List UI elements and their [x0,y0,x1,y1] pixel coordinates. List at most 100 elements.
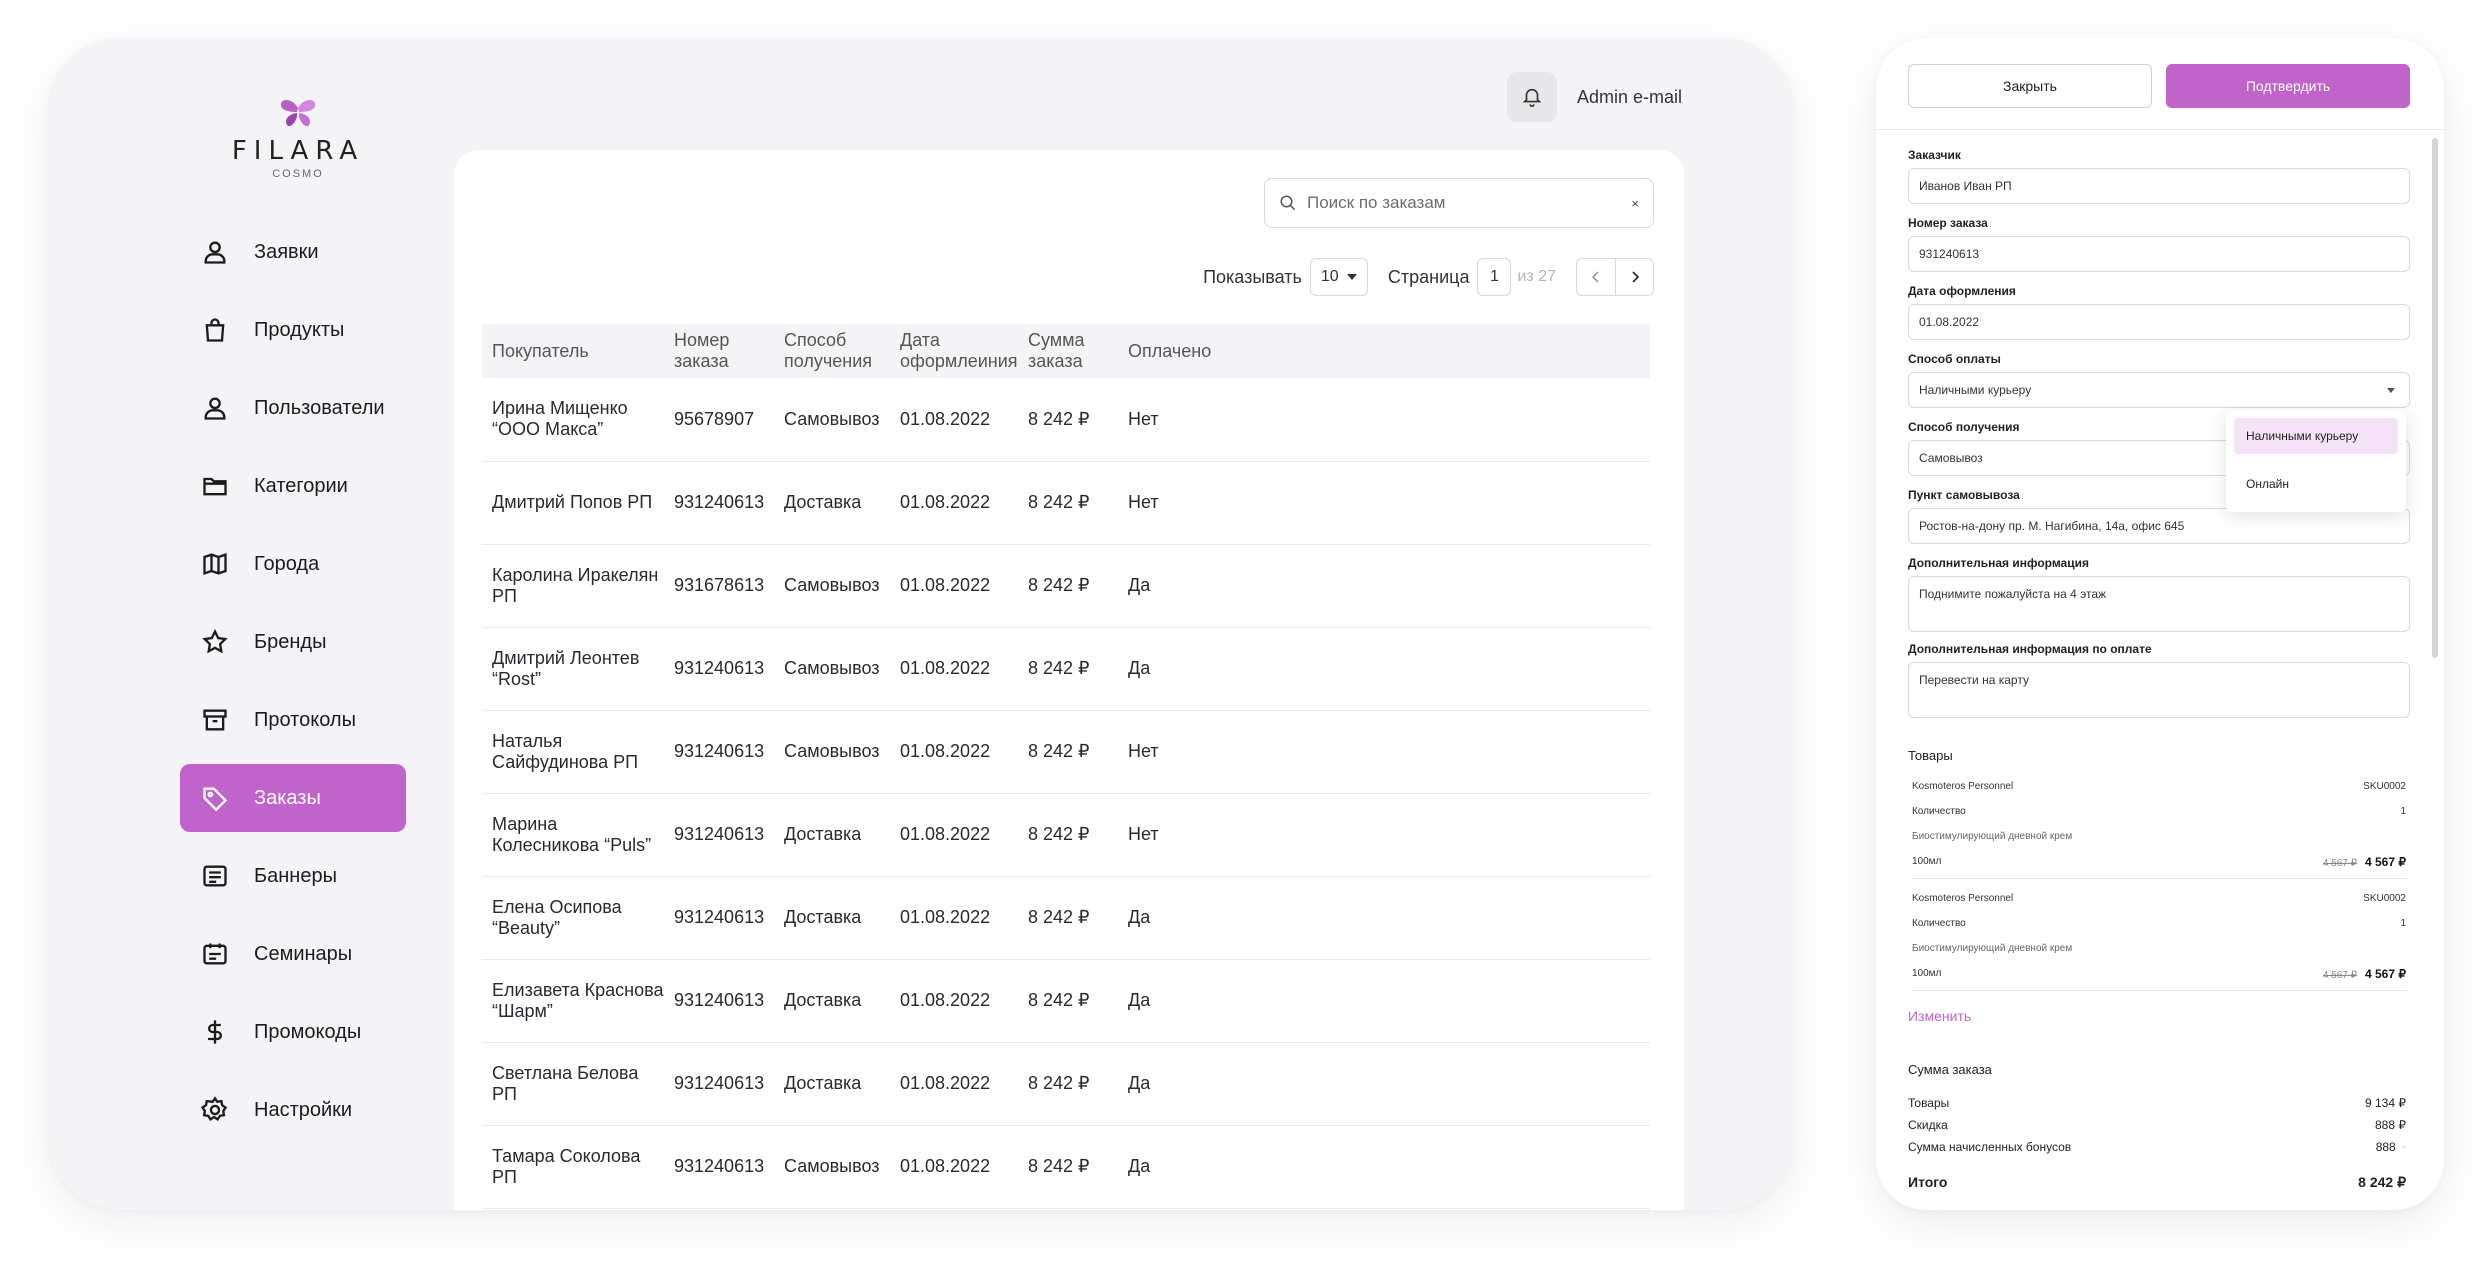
cell-delivery: Доставка [784,907,862,927]
summary-goods: Товары 9 134 ₽ [1908,1096,2406,1110]
cell-customer: Елизавета Краснова “Шарм” [492,979,664,1021]
cell-order-no: 931240613 [674,492,765,512]
sidebar-item-categories[interactable]: Категории [180,452,406,520]
cell-delivery: Доставка [784,1073,862,1093]
table-row[interactable]: Каролина Иракелян РП 931678613 Самовывоз 01… [482,544,1650,627]
price-old: 4 567 ₽ [2322,969,2357,981]
price-new: 4 567 ₽ [2365,854,2406,869]
sidebar-item-label: Настройки [254,1098,353,1121]
sidebar-item-cities[interactable]: Города [180,530,406,598]
sidebar-item-seminars[interactable]: Семинары [180,920,406,988]
cell-order-no: 931240613 [674,1156,765,1176]
sidebar-nav: Заявки Продукты Пользователи Категории Г… [180,218,406,1154]
cell-date: 01.08.2022 [900,741,991,761]
notifications-button[interactable] [1506,72,1557,122]
sidebar-item-settings[interactable]: Настройки [180,1076,406,1144]
cell-paid: Нет [1128,408,1159,429]
delivery-label: Способ получения [1908,420,2020,434]
summary-discount-label: Скидка [1908,1118,1948,1132]
customer-field[interactable]: Иванов Иван РП [1908,168,2410,204]
confirm-button[interactable]: Подтвердить [2166,64,2410,108]
brand-logo[interactable]: FILARA COSMO [198,98,398,180]
sidebar-item-users[interactable]: Пользователи [180,374,406,442]
summary-bonus: Сумма начисленных бонусов 888 ◦ [1908,1140,2406,1154]
sidebar-item-promocodes[interactable]: Промокоды [180,998,406,1066]
cell-date: 01.08.2022 [900,575,991,595]
column-header[interactable]: Дата оформлеиния [890,324,1018,378]
user-email[interactable]: Admin e-mail [1577,87,1682,108]
search-input[interactable] [1307,193,1632,213]
cell-paid: Да [1128,907,1151,927]
search-clear-button[interactable]: × [1631,196,1639,211]
cell-order-no: 95678907 [674,408,755,429]
star-icon [200,627,230,657]
date-field[interactable]: 01.08.2022 [1908,304,2410,340]
folder-icon [200,471,230,501]
product-item: Kosmoteros Personnel SKU0002 Количество 1 … [1912,774,2406,874]
cell-delivery: Самовывоз [784,658,880,678]
butterfly-logo-icon [280,99,316,127]
payment-select[interactable]: Наличными курьеру [1908,372,2410,408]
sidebar-item-banners[interactable]: Баннеры [180,842,406,910]
banner-icon [200,861,230,891]
dropdown-option[interactable]: Онлайн [2234,466,2398,502]
product-volume: 100мл [1912,856,1942,867]
dropdown-option[interactable]: Наличными курьеру [2234,418,2398,454]
summary-bonus-label: Сумма начисленных бонусов [1908,1140,2072,1154]
column-header[interactable]: Оплачено [1118,324,1650,378]
sidebar-item-brands[interactable]: Бренды [180,608,406,676]
table-row[interactable]: Елена Осипова “Beauty” 931240613 Доставка 0… [482,876,1650,959]
table-row[interactable]: Ирина Мищенко “ООО Макса” 95678907 Самовыв… [482,378,1650,461]
page-label: Страница [1387,266,1470,287]
sidebar-item-protocols[interactable]: Протоколы [180,686,406,754]
cell-sum: 8 242 ₽ [1028,741,1090,761]
page-input[interactable]: 1 [1477,258,1512,296]
cell-customer: Тамара Соколова РП [492,1145,641,1187]
close-button[interactable]: Закрыть [1908,64,2152,108]
sidebar-item-requests[interactable]: Заявки [180,218,406,286]
product-name: Kosmoteros Personnel [1912,893,2014,904]
qty-value: 1 [2400,918,2406,929]
sidebar-item-label: Семинары [254,942,353,965]
cell-delivery: Доставка [784,990,862,1010]
summary-total-value: 8 242 ₽ [2358,1174,2406,1190]
summary-goods-label: Товары [1908,1096,1950,1110]
page-size-value: 10 [1320,268,1339,285]
table-row[interactable]: Дмитрий Попов РП 931240613 Доставка 01.08.2… [482,461,1650,544]
page-size-select[interactable]: 10 [1309,258,1368,296]
qty-label: Количество [1912,806,1966,817]
info-label: Дополнительная информация [1908,556,2089,570]
cell-customer: Светлана Белова РП [492,1062,639,1104]
column-header[interactable]: Номер заказа [664,324,774,378]
sidebar-item-label: Заказы [254,786,321,809]
info-textarea[interactable]: Поднимите пожалуйста на 4 этаж [1908,576,2410,632]
table-row[interactable]: Наталья Сайфудинова РП 931240613 Самовывоз… [482,710,1650,793]
table-row[interactable]: Светлана Белова РП 931240613 Доставка 01.08… [482,1042,1650,1125]
column-header[interactable]: Сумма заказа [1018,324,1118,378]
table-row[interactable]: Дмитрий Леонтев “Rost” 931240613 Самовывоз… [482,627,1650,710]
admin-window: FILARA COSMO Admin e-mail Заявки Продукт… [48,38,1794,1210]
pickup-label: Пункт самовывоза [1908,488,2020,502]
table-row[interactable]: Елизавета Краснова “Шарм” 931240613 Достав… [482,959,1650,1042]
column-header[interactable]: Способ получения [774,324,890,378]
table-row[interactable]: Марина Колесникова “Puls” 931240613 Достав… [482,793,1650,876]
sidebar-item-products[interactable]: Продукты [180,296,406,364]
scrollbar[interactable] [2432,138,2438,658]
edit-goods-link[interactable]: Изменить [1908,1008,1971,1024]
price-old: 4 567 ₽ [2322,857,2357,869]
table-row[interactable]: Тамара Соколова РП 931240613 Самовывоз 01.0… [482,1125,1650,1208]
dollar-icon [200,1017,230,1047]
pay-info-textarea[interactable]: Перевести на карту [1908,662,2410,718]
cell-sum: 8 242 ₽ [1028,824,1090,844]
next-page-button[interactable] [1615,259,1653,295]
cell-customer: Наталья Сайфудинова РП [492,730,639,772]
column-header[interactable]: Покупатель [482,324,664,378]
sidebar-item-orders[interactable]: Заказы [180,764,406,832]
user-icon [200,393,230,423]
pickup-field[interactable]: Ростов-на-дону пр. М. Нагибина, 14а, офи… [1908,508,2410,544]
cell-delivery: Самовывоз [784,741,880,761]
sidebar-item-label: Баннеры [254,864,337,887]
prev-page-button[interactable] [1577,259,1615,295]
summary-discount-value: 888 ₽ [2375,1118,2406,1132]
order-no-field[interactable]: 931240613 [1908,236,2410,272]
